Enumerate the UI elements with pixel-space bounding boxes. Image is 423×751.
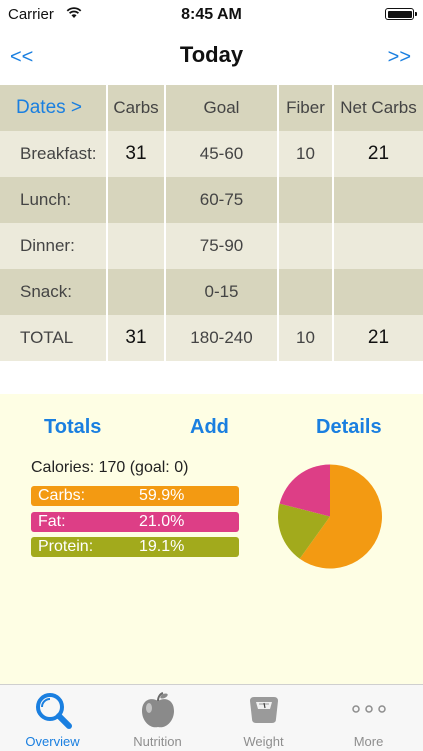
table-header-row: Dates > Carbs Goal Fiber Net Carbs <box>0 85 423 131</box>
tab-label: Nutrition <box>133 734 182 749</box>
add-button[interactable]: Add <box>190 416 229 439</box>
carbs-value: 31 <box>108 131 166 177</box>
next-day-button[interactable]: >> <box>388 46 411 69</box>
row-label: Snack: <box>0 269 108 315</box>
net-carbs-value: 21 <box>334 315 423 361</box>
carbs-value: 31 <box>108 315 166 361</box>
carbs-value <box>108 269 166 315</box>
row-label: Breakfast: <box>0 131 108 177</box>
tab-more[interactable]: More <box>316 685 421 751</box>
status-bar: Carrier 8:45 AM <box>0 0 423 30</box>
fiber-value <box>279 269 334 315</box>
totals-button[interactable]: Totals <box>44 416 101 439</box>
goal-value: 180-240 <box>166 315 279 361</box>
row-label: TOTAL <box>0 315 108 361</box>
tab-label: Weight <box>243 734 284 749</box>
macro-label: Protein: <box>38 538 94 555</box>
carbs-macro-bar: Carbs: 59.9% <box>31 486 239 506</box>
table-row-breakfast[interactable]: Breakfast: 31 45-60 10 21 <box>0 131 423 177</box>
net-carbs-value <box>334 269 423 315</box>
page-title: Today <box>179 42 244 67</box>
macro-percent: 21.0% <box>139 513 185 530</box>
table-row-dinner[interactable]: Dinner: 75-90 <box>0 223 423 269</box>
more-dots-icon <box>351 705 386 713</box>
table-row-snack[interactable]: Snack: 0-15 <box>0 269 423 315</box>
macro-label: Carbs: <box>38 487 86 504</box>
column-header-net-carbs: Net Carbs <box>334 85 423 131</box>
goal-value: 0-15 <box>166 269 279 315</box>
column-header-fiber: Fiber <box>279 85 334 131</box>
row-label: Lunch: <box>0 177 108 223</box>
details-button[interactable]: Details <box>316 416 382 439</box>
goal-value: 60-75 <box>166 177 279 223</box>
carbs-value <box>108 223 166 269</box>
fat-macro-bar: Fat: 21.0% <box>31 512 239 532</box>
column-header-carbs: Carbs <box>108 85 166 131</box>
carbs-value <box>108 177 166 223</box>
column-header-goal: Goal <box>166 85 279 131</box>
fiber-value <box>279 177 334 223</box>
macro-percent: 19.1% <box>139 538 185 555</box>
battery-icon <box>385 8 417 20</box>
macro-percent: 59.9% <box>139 487 185 504</box>
calories-text: Calories: 170 (goal: 0) <box>31 459 189 476</box>
tab-label: Overview <box>25 734 80 749</box>
summary-panel: Totals Add Details Calories: 170 (goal: … <box>0 394 423 684</box>
tab-label: More <box>353 734 384 749</box>
row-label: Dinner: <box>0 223 108 269</box>
carb-table: Dates > Carbs Goal Fiber Net Carbs Break… <box>0 85 423 361</box>
tab-overview[interactable]: Overview <box>0 685 105 751</box>
net-carbs-value <box>334 177 423 223</box>
net-carbs-value: 21 <box>334 131 423 177</box>
navigation-bar: << Today >> <box>0 30 423 84</box>
protein-macro-bar: Protein: 19.1% <box>31 537 239 557</box>
fiber-value <box>279 223 334 269</box>
fiber-value: 10 <box>279 315 334 361</box>
net-carbs-value <box>334 223 423 269</box>
tab-weight[interactable]: Weight <box>211 685 316 751</box>
magnifier-icon <box>35 693 72 729</box>
goal-value: 45-60 <box>166 131 279 177</box>
table-row-total: TOTAL 31 180-240 10 21 <box>0 315 423 361</box>
status-time: 8:45 AM <box>181 6 242 23</box>
goal-value: 75-90 <box>166 223 279 269</box>
tab-nutrition[interactable]: Nutrition <box>105 685 210 751</box>
scale-icon <box>249 697 278 723</box>
dates-button[interactable]: Dates > <box>0 85 108 131</box>
macro-pie-chart[interactable] <box>275 464 385 569</box>
macro-label: Fat: <box>38 513 66 530</box>
table-row-lunch[interactable]: Lunch: 60-75 <box>0 177 423 223</box>
tab-bar: Overview Nutrition Weight More <box>0 684 423 751</box>
fiber-value: 10 <box>279 131 334 177</box>
apple-icon <box>141 692 174 728</box>
